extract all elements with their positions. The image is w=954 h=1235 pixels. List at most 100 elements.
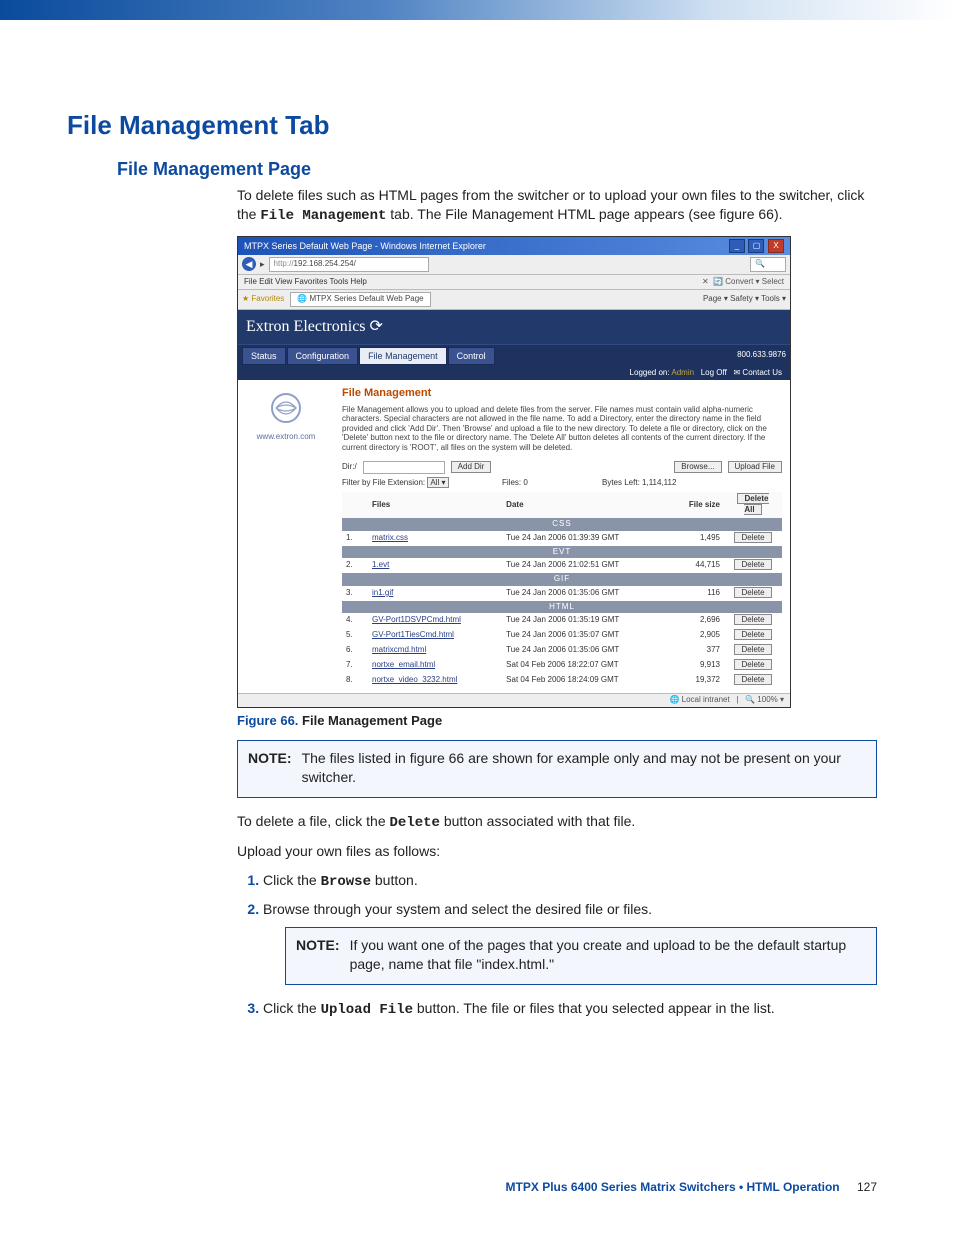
window-title: MTPX Series Default Web Page - Windows I… — [244, 240, 486, 252]
intro-1c: tab. The File Management HTML page appea… — [390, 206, 782, 222]
tab-status[interactable]: Status — [242, 347, 286, 365]
file-link[interactable]: nortxe_video_3232.html — [372, 675, 457, 684]
intro-tab-name: File Management — [260, 208, 386, 224]
browse-button[interactable]: Browse... — [674, 461, 721, 474]
step-3: Click the Upload File button. The file o… — [263, 999, 877, 1020]
fm-heading: File Management — [342, 386, 782, 401]
delete-button[interactable]: Delete — [734, 614, 771, 625]
nav-back-icon[interactable]: ◀ — [242, 257, 256, 271]
side-link[interactable]: www.extron.com — [257, 432, 316, 441]
delete-all-button[interactable]: Delete All — [737, 493, 768, 515]
table-row: 7.nortxe_email.htmlSat 04 Feb 2006 18:22… — [342, 658, 782, 673]
minimize-icon[interactable]: _ — [729, 239, 745, 253]
favorites-label[interactable]: ★ Favorites — [242, 294, 284, 305]
close-icon[interactable]: X — [768, 239, 784, 253]
file-link[interactable]: in1.gif — [372, 588, 393, 597]
bytes-left: 1,114,112 — [642, 478, 676, 487]
delete-instruction: To delete a file, click the Delete butto… — [237, 812, 877, 833]
table-row: 8.nortxe_video_3232.htmlSat 04 Feb 2006 … — [342, 673, 782, 688]
dir-input[interactable] — [363, 461, 445, 474]
extron-logo-icon — [266, 388, 306, 428]
file-link[interactable]: 1.evt — [372, 560, 389, 569]
file-link[interactable]: matrixcmd.html — [372, 645, 426, 654]
login-row: Logged on: Admin Log Off ✉ Contact Us — [238, 367, 790, 380]
col-files: Files — [368, 492, 502, 518]
group-html: HTML — [342, 601, 782, 614]
page-container: File Management Tab File Management Page… — [27, 20, 927, 1214]
delete-button[interactable]: Delete — [734, 629, 771, 640]
add-dir-button[interactable]: Add Dir — [451, 461, 492, 474]
address-input[interactable]: http://192.168.254.254/ — [269, 257, 429, 272]
page-footer: MTPX Plus 6400 Series Matrix Switchers •… — [67, 1180, 877, 1194]
table-row: 3.in1.gifTue 24 Jan 2006 01:35:06 GMT116… — [342, 586, 782, 601]
fm-description: File Management allows you to upload and… — [342, 405, 782, 453]
logged-user: Admin — [671, 368, 694, 377]
group-evt: EVT — [342, 546, 782, 559]
note-label: NOTE: — [248, 749, 292, 787]
delete-button[interactable]: Delete — [734, 587, 771, 598]
contact-link[interactable]: Contact Us — [742, 368, 782, 377]
tab-control[interactable]: Control — [448, 347, 495, 365]
step-2: Browse through your system and select th… — [263, 900, 877, 985]
note-label: NOTE: — [296, 936, 340, 974]
menu-bar[interactable]: File Edit View Favorites Tools Help ✕ 🔄 … — [238, 275, 790, 291]
upload-file-button[interactable]: Upload File — [728, 461, 782, 474]
tab-file-management[interactable]: File Management — [359, 347, 447, 365]
address-bar-row: ◀ ▸ http://192.168.254.254/ 🔍 — [238, 255, 790, 275]
col-date: Date — [502, 492, 670, 518]
file-link[interactable]: GV-Port1TiesCmd.html — [372, 630, 454, 639]
delete-button[interactable]: Delete — [734, 659, 771, 670]
window-titlebar: MTPX Series Default Web Page - Windows I… — [238, 237, 790, 255]
top-gradient-bar — [0, 0, 954, 20]
table-row: 2.1.evtTue 24 Jan 2006 21:02:51 GMT44,71… — [342, 558, 782, 573]
extron-banner: Extron Electronics ⟳ — [238, 310, 790, 344]
nav-fwd-icon[interactable]: ▸ — [260, 258, 265, 270]
phone-number: 800.633.9876 — [737, 350, 786, 361]
note-box-1: NOTE: The files listed in figure 66 are … — [237, 740, 877, 798]
maximize-icon[interactable]: ▢ — [748, 239, 764, 253]
h1-file-management-tab: File Management Tab — [67, 110, 877, 141]
browser-tab-row: ★ Favorites 🌐 MTPX Series Default Web Pa… — [238, 290, 790, 310]
figure-title: File Management Page — [302, 713, 442, 728]
filter-select[interactable]: All ▾ — [427, 477, 448, 488]
table-row: 4.GV-Port1DSVPCmd.htmlTue 24 Jan 2006 01… — [342, 613, 782, 628]
file-link[interactable]: nortxe_email.html — [372, 660, 435, 669]
h2-file-management-page: File Management Page — [117, 159, 877, 180]
group-gif: GIF — [342, 573, 782, 586]
note-text: The files listed in figure 66 are shown … — [302, 749, 866, 787]
col-size: File size — [670, 492, 724, 518]
intro-paragraph: To delete files such as HTML pages from … — [237, 186, 877, 226]
files-table: Files Date File size Delete All CSS 1.ma… — [342, 492, 782, 687]
fm-main-panel: File Management File Management allows y… — [334, 380, 790, 694]
logoff-link[interactable]: Log Off — [701, 368, 727, 377]
step-1: Click the Browse button. — [263, 871, 877, 892]
screenshot-figure-66: MTPX Series Default Web Page - Windows I… — [237, 236, 791, 708]
upload-steps: Click the Browse button. Browse through … — [237, 871, 877, 1019]
table-row: 5.GV-Port1TiesCmd.htmlTue 24 Jan 2006 01… — [342, 628, 782, 643]
sidebar: www.extron.com — [238, 380, 334, 694]
browser-statusbar: 🌐 Local intranet | 🔍 100% ▾ — [238, 693, 790, 707]
window-buttons: _ ▢ X — [728, 239, 784, 253]
search-box[interactable]: 🔍 — [750, 257, 786, 272]
table-row: 6.matrixcmd.htmlTue 24 Jan 2006 01:35:06… — [342, 643, 782, 658]
files-count: 0 — [523, 478, 527, 487]
footer-book-title: MTPX Plus 6400 Series Matrix Switchers •… — [506, 1180, 840, 1194]
browser-tab[interactable]: 🌐 MTPX Series Default Web Page — [290, 292, 430, 307]
figure-label: Figure 66. — [237, 713, 298, 728]
app-nav-tabs: Status Configuration File Management Con… — [238, 344, 790, 367]
browser-tools[interactable]: Page ▾ Safety ▾ Tools ▾ — [703, 294, 786, 305]
note-box-2: NOTE: If you want one of the pages that … — [285, 927, 877, 985]
upload-lead-in: Upload your own files as follows: — [237, 842, 877, 861]
tab-configuration[interactable]: Configuration — [287, 347, 359, 365]
file-link[interactable]: matrix.css — [372, 533, 408, 542]
delete-button[interactable]: Delete — [734, 644, 771, 655]
figure-caption: Figure 66. File Management Page — [237, 712, 877, 730]
delete-button[interactable]: Delete — [734, 532, 771, 543]
dir-label: Dir:/ — [342, 462, 357, 473]
footer-page-number: 127 — [857, 1180, 877, 1194]
group-css: CSS — [342, 518, 782, 531]
delete-button[interactable]: Delete — [734, 559, 771, 570]
file-link[interactable]: GV-Port1DSVPCmd.html — [372, 615, 461, 624]
note-text: If you want one of the pages that you cr… — [350, 936, 866, 974]
delete-button[interactable]: Delete — [734, 674, 771, 685]
